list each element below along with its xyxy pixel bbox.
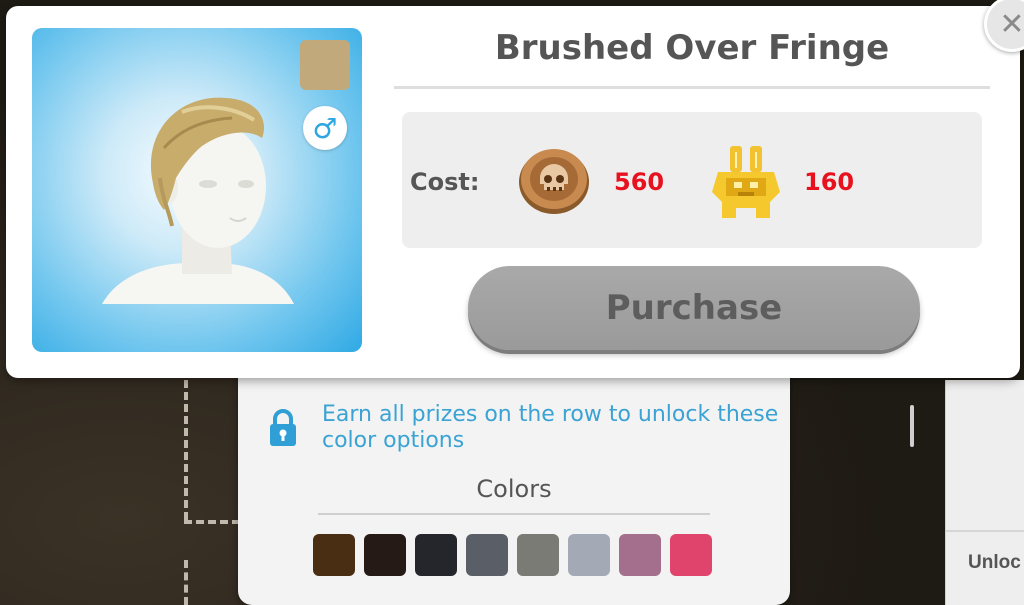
path-marker	[184, 380, 188, 520]
divider	[946, 530, 1024, 532]
lock-icon	[268, 408, 298, 448]
color-swatch[interactable]	[568, 534, 610, 576]
cost-box: Cost: 560 160	[402, 112, 982, 248]
path-marker	[184, 560, 188, 605]
hair-color-swatch[interactable]	[300, 40, 350, 90]
colors-title: Colors	[476, 475, 552, 503]
skull-coin-icon	[516, 142, 592, 218]
color-swatch[interactable]	[670, 534, 712, 576]
color-swatch[interactable]	[313, 534, 355, 576]
side-panel-label: Unloc	[968, 552, 1021, 573]
item-title: Brushed Over Fringe	[494, 28, 890, 68]
male-gender-icon: ♂	[303, 106, 347, 150]
cost-label: Cost:	[410, 168, 480, 196]
divider	[394, 86, 990, 89]
side-panel: Unloc	[945, 380, 1024, 605]
gold-totem-icon	[708, 142, 784, 222]
totem-cost-amount: 160	[804, 168, 855, 196]
purchase-button[interactable]: Purchase	[468, 266, 920, 350]
item-dialog: ♂ Brushed Over Fringe Cost: 560 160 Purc…	[6, 6, 1020, 378]
path-marker	[184, 520, 240, 524]
color-swatch[interactable]	[466, 534, 508, 576]
color-swatches	[313, 534, 712, 576]
color-swatch[interactable]	[619, 534, 661, 576]
color-swatch[interactable]	[517, 534, 559, 576]
scroll-indicator	[910, 405, 914, 447]
lock-message: Earn all prizes on the row to unlock the…	[322, 402, 779, 453]
color-swatch[interactable]	[364, 534, 406, 576]
coin-cost-amount: 560	[614, 168, 665, 196]
color-swatch[interactable]	[415, 534, 457, 576]
colors-panel: Earn all prizes on the row to unlock the…	[238, 340, 790, 605]
divider	[318, 513, 710, 515]
lock-notice: Earn all prizes on the row to unlock the…	[268, 402, 792, 454]
